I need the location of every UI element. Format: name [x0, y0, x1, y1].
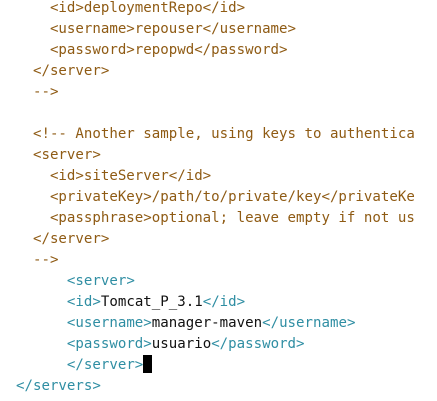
- code-text: </server>: [16, 231, 110, 247]
- code-editor[interactable]: <id>deploymentRepo</id> <username>repous…: [0, 0, 437, 401]
- code-line: <privateKey>/path/to/private/key</privat…: [16, 187, 415, 208]
- code-line: <passphrase>optional; leave empty if not…: [16, 208, 415, 229]
- xml-value: manager-maven: [151, 315, 263, 331]
- code-line: </servers>: [16, 376, 101, 397]
- code-line: <username>manager-maven</username>: [16, 313, 356, 334]
- code-text: -->: [16, 84, 59, 100]
- code-line: </server>: [16, 229, 109, 250]
- code-line: <server>: [16, 145, 101, 166]
- code-text: <server>: [16, 147, 101, 163]
- code-text: <id>siteServer</id>: [16, 168, 212, 184]
- code-text: <password>repopwd</password>: [16, 42, 288, 58]
- code-text: <passphrase>optional; leave empty if not…: [16, 210, 415, 226]
- xml-tag: <id>: [66, 294, 101, 310]
- code-line: <id>Tomcat_P_3.1</id>: [16, 292, 245, 313]
- code-line: <id>deploymentRepo</id>: [16, 0, 245, 19]
- code-text: <privateKey>/path/to/private/key</privat…: [16, 189, 415, 205]
- code-line: <password>usuario</password>: [16, 334, 305, 355]
- code-text: <username>repouser</username>: [16, 21, 297, 37]
- xml-value: usuario: [151, 336, 212, 352]
- code-line: </server>: [16, 61, 109, 82]
- xml-tag: </id>: [202, 294, 246, 310]
- xml-tag: <username>: [66, 315, 152, 331]
- text-cursor: [143, 355, 153, 373]
- xml-tag: </server>: [66, 357, 144, 373]
- xml-value: Tomcat_P_3.1: [100, 294, 203, 310]
- xml-tag: </password>: [211, 336, 305, 352]
- code-line: <username>repouser</username>: [16, 19, 296, 40]
- xml-tag: <password>: [66, 336, 152, 352]
- code-line: <id>siteServer</id>: [16, 166, 211, 187]
- code-line: <!-- Another sample, using keys to authe…: [16, 124, 415, 145]
- code-line: -->: [16, 250, 58, 271]
- code-line: <password>repopwd</password>: [16, 40, 288, 61]
- code-text: <id>deploymentRepo</id>: [16, 0, 246, 16]
- code-line: <server>: [16, 271, 135, 292]
- code-text: </server>: [16, 63, 110, 79]
- code-line: </server>: [16, 355, 153, 376]
- xml-tag: </servers>: [16, 378, 101, 394]
- xml-tag: </username>: [262, 315, 356, 331]
- code-line: -->: [16, 82, 58, 103]
- code-text: -->: [16, 252, 59, 268]
- code-text: <!-- Another sample, using keys to authe…: [16, 126, 415, 142]
- xml-tag: <server>: [66, 273, 135, 289]
